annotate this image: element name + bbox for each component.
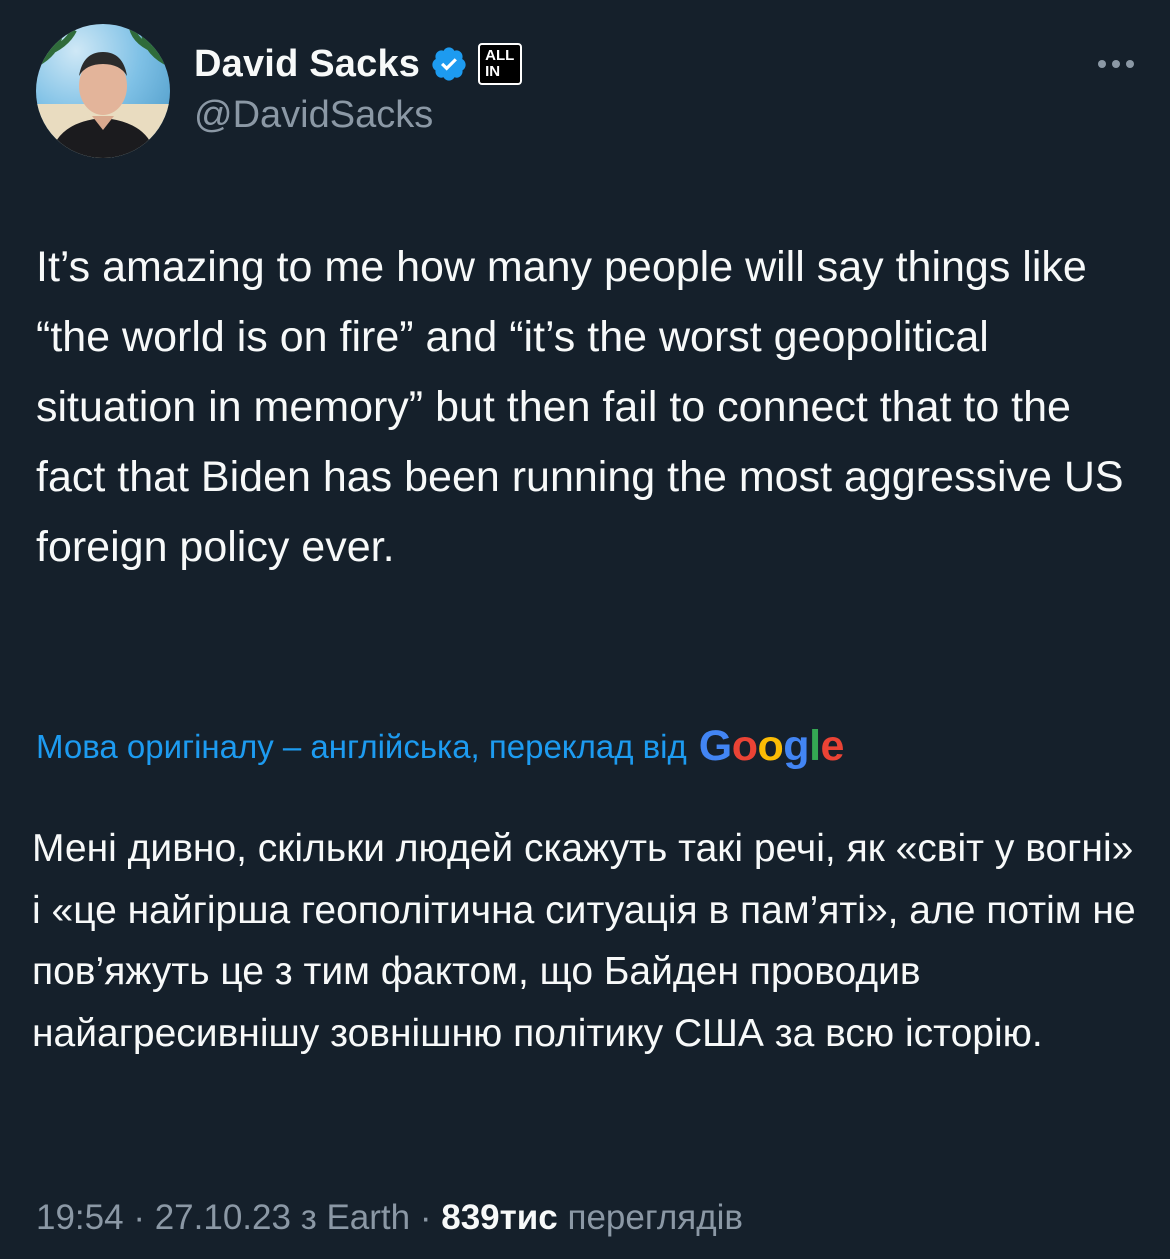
avatar[interactable] [36,24,170,158]
translated-text: Мені дивно, скільки людей скажуть такі р… [32,827,1136,1055]
badge-line-1: ALL [485,47,515,64]
views-count[interactable]: 839тис [441,1198,558,1237]
google-logo: Google [698,722,845,771]
tweet-source: з Earth [300,1198,411,1237]
google-letter: l [809,722,821,770]
google-letter: o [757,722,784,770]
verified-badge-icon[interactable] [430,45,468,83]
tweet-meta: 19:54 · 27.10.23 з Earth · 839тис перегл… [36,1198,743,1238]
meta-separator: · [410,1198,442,1237]
views-label: переглядів [557,1198,744,1237]
translation-label: Мова оригіналу – англійська, переклад ві… [36,727,687,765]
badge-line-2: IN [485,63,501,80]
google-letter: g [783,722,810,770]
google-letter: G [698,722,732,770]
avatar-photo [36,27,170,158]
author-name-row: David Sacks ALL IN [194,38,523,90]
author-name[interactable]: David Sacks [194,43,420,86]
tweet-date[interactable]: 27.10.23 [155,1198,291,1237]
meta-separator: · [123,1198,155,1237]
tweet-time[interactable]: 19:54 [36,1198,124,1237]
tweet-text: It’s amazing to me how many people will … [36,243,1124,571]
all-in-affiliate-badge[interactable]: ALL IN [478,43,523,85]
author-handle[interactable]: @DavidSacks [194,94,433,137]
google-letter: o [731,722,758,770]
more-options-icon[interactable] [1094,44,1138,84]
google-letter: e [820,722,845,770]
translation-notice[interactable]: Мова оригіналу – англійська, переклад ві… [36,722,844,771]
